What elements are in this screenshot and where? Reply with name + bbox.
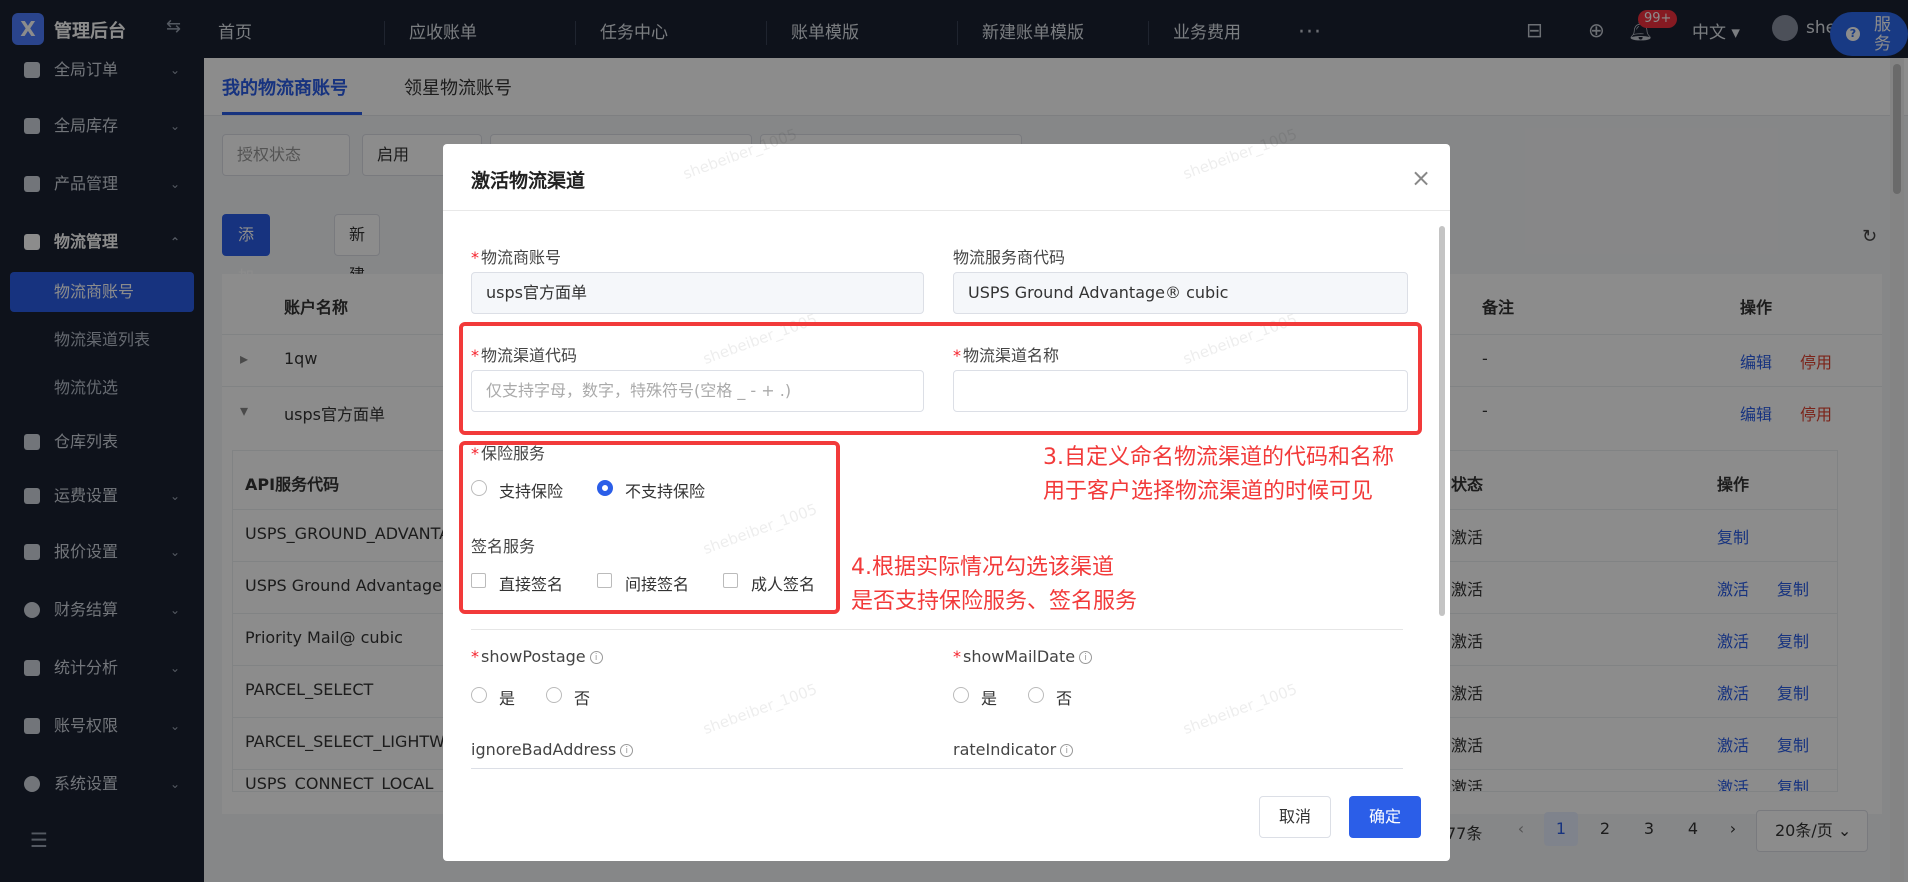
section-divider (471, 629, 1403, 630)
radio-label: 否 (1056, 689, 1073, 708)
show-postage-yes-radio[interactable]: 是 (471, 685, 515, 709)
annotation-4: 4.根据实际情况勾选该渠道 是否支持保险服务、签名服务 (851, 551, 1137, 619)
radio-dot (1028, 687, 1044, 703)
show-postage-label: * showPostage i (471, 647, 603, 666)
carrier-code-label: 物流服务商代码 (953, 248, 1066, 267)
show-mail-date-no-radio[interactable]: 否 (1028, 685, 1072, 709)
radio-label: 是 (981, 689, 998, 708)
radio-label: 否 (574, 689, 591, 708)
radio-dot (546, 687, 562, 703)
annotation-3-line2: 用于客户选择物流渠道的时候可见 (1043, 479, 1374, 504)
scrollbar-thumb[interactable] (1439, 226, 1445, 616)
carrier-account-field[interactable]: usps官方面单 (471, 272, 924, 314)
radio-dot (953, 687, 969, 703)
info-icon[interactable]: i (1079, 651, 1093, 664)
radio-dot (471, 687, 487, 703)
radio-label: 是 (499, 689, 516, 708)
cancel-button[interactable]: 取消 (1259, 796, 1331, 838)
rate-indicator-label: rateIndicator i (953, 740, 1074, 759)
confirm-button[interactable]: 确定 (1349, 796, 1421, 838)
show-postage-no-radio[interactable]: 否 (546, 685, 590, 709)
show-mail-date-yes-radio[interactable]: 是 (953, 685, 997, 709)
close-icon[interactable]: × (1411, 164, 1431, 192)
ignore-bad-address-label: ignoreBadAddress i (471, 740, 634, 759)
label-text: showPostage (481, 647, 586, 666)
dialog-title: 激活物流渠道 (471, 170, 586, 192)
carrier-account-label: * 物流商账号 (471, 248, 562, 267)
label-text: rateIndicator (953, 740, 1057, 759)
info-icon[interactable]: i (1060, 744, 1074, 757)
show-mail-date-label: * showMailDate i (953, 647, 1093, 666)
label-text: 物流商账号 (481, 248, 562, 267)
field-edge (471, 768, 1403, 769)
annotation-3-line1: 3.自定义命名物流渠道的代码和名称 (1043, 445, 1394, 470)
info-icon[interactable]: i (589, 651, 603, 664)
label-text: showMailDate (963, 647, 1076, 666)
carrier-code-field[interactable]: USPS Ground Advantage® cubic (953, 272, 1408, 314)
annotation-3: 3.自定义命名物流渠道的代码和名称 用于客户选择物流渠道的时候可见 (1043, 441, 1394, 509)
annotation-4-line2: 是否支持保险服务、签名服务 (851, 589, 1138, 614)
annotation-box-channel (459, 322, 1422, 435)
dialog-scrollbar[interactable] (1437, 214, 1447, 766)
annotation-4-line1: 4.根据实际情况勾选该渠道 (851, 555, 1114, 580)
annotation-box-services (459, 441, 840, 614)
info-icon[interactable]: i (620, 744, 634, 757)
label-text: ignoreBadAddress (471, 740, 617, 759)
